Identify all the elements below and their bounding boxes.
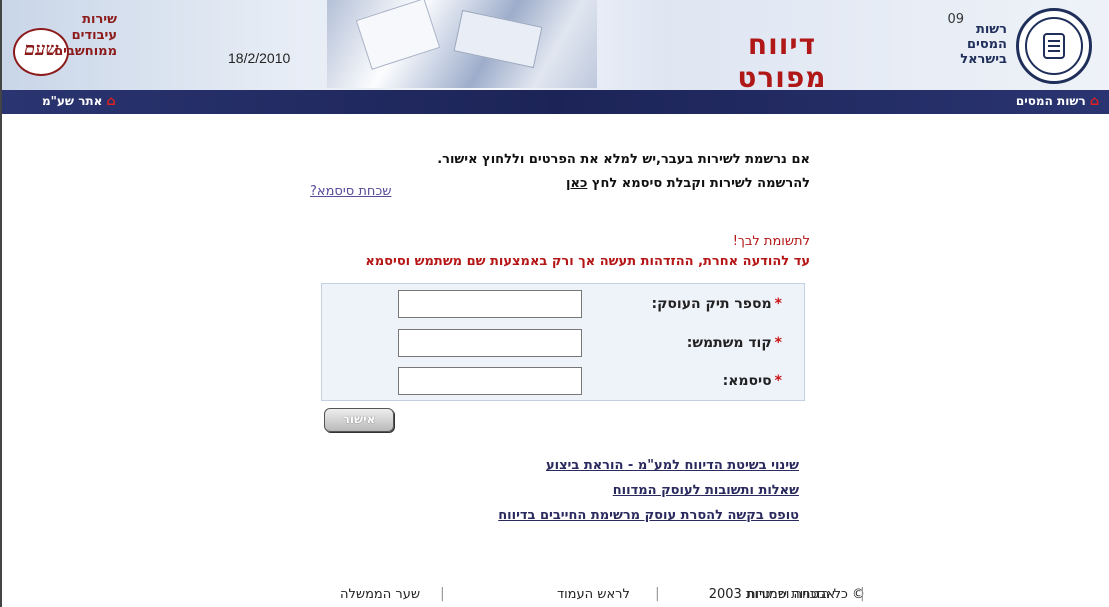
help-links: שינוי בשיטת הדיווח למע"מ - הוראת ביצוע ש…: [498, 458, 799, 533]
removal-request-form-link[interactable]: טופס בקשה להסרת עוסק מרשימת החייבים בדיו…: [498, 508, 799, 523]
password-label: *סיסמא:: [723, 373, 782, 389]
file-number-label-text: מספר תיק העוסק:: [651, 296, 772, 312]
file-number-input[interactable]: [398, 290, 582, 318]
form-row-password: *סיסמא:: [322, 367, 804, 397]
password-input[interactable]: [398, 367, 582, 395]
login-form: *מספר תיק העוסק: *קוד משתמש: *סיסמא:: [321, 283, 805, 401]
file-number-label: *מספר תיק העוסק:: [651, 296, 782, 312]
footer-separator: |: [440, 586, 445, 602]
form-row-file-number: *מספר תיק העוסק:: [322, 290, 804, 320]
required-star: *: [774, 296, 782, 312]
vat-reporting-change-link[interactable]: שינוי בשיטת הדיווח למע"מ - הוראת ביצוע: [498, 458, 799, 473]
agency-line: רשות: [975, 22, 1007, 37]
sherut-line: שירות: [82, 12, 117, 27]
footer-separator: |: [655, 586, 660, 602]
attention-heading: לתשומת לבך!: [732, 234, 810, 249]
password-label-text: סיסמא:: [722, 373, 772, 389]
sherut-line: ממוחשבים: [54, 44, 117, 59]
nav-shaam-label: אתר שע"מ: [42, 94, 103, 108]
home-icon: ⌂: [106, 94, 116, 109]
gov-portal-link[interactable]: שער הממשלה: [340, 587, 420, 602]
tax-authority-logo[interactable]: [1016, 8, 1092, 84]
footer-separator: |: [860, 586, 865, 602]
register-prefix: להרשמה לשירות וקבלת סיסמא לחץ: [591, 176, 810, 191]
top-navbar: ⌂רשות המסים ⌂אתר שע"מ: [2, 90, 1109, 114]
user-code-label: *קוד משתמש:: [687, 335, 782, 351]
register-text: להרשמה לשירות וקבלת סיסמא לחץ כאן: [566, 176, 810, 191]
intro-text: אם נרשמת לשירות בעבר,יש למלא את הפרטים ו…: [437, 152, 810, 167]
back-to-top-link[interactable]: לראש העמוד: [557, 587, 630, 602]
user-code-label-text: קוד משתמש:: [686, 335, 772, 351]
agency-line: המסים: [966, 37, 1007, 52]
header-banner: שעם שירות עיבודים ממוחשבים 18/2/2010 דיו…: [2, 0, 1109, 94]
logo-inner-ring: [1025, 17, 1083, 75]
user-code-input[interactable]: [398, 329, 582, 357]
home-icon: ⌂: [1089, 94, 1099, 109]
register-link[interactable]: כאן: [566, 176, 587, 191]
nav-tax-authority-label: רשות המסים: [1015, 94, 1086, 108]
privacy-link[interactable]: אבטחה ופרטיות: [747, 587, 835, 602]
faq-link[interactable]: שאלות ותשובות לעוסק המדווח: [498, 483, 799, 498]
form-row-user-code: *קוד משתמש:: [322, 329, 804, 359]
emblem-icon: [1043, 33, 1065, 59]
agency-line: בישראל: [960, 52, 1007, 67]
required-star: *: [774, 373, 782, 389]
nav-tax-authority-link[interactable]: ⌂רשות המסים: [1016, 94, 1099, 109]
forgot-password-link[interactable]: שכחת סיסמא?: [310, 184, 391, 199]
submit-button[interactable]: אישור: [324, 408, 394, 432]
attention-text: עד להודעה אחרת, ההזדהות תעשה אך ורק באמצ…: [365, 254, 810, 269]
sherut-line: עיבודים: [71, 28, 117, 43]
page-title: דיווח מפורט: [737, 28, 827, 94]
page: שעם שירות עיבודים ממוחשבים 18/2/2010 דיו…: [0, 0, 1109, 607]
required-star: *: [774, 335, 782, 351]
nav-shaam-link[interactable]: ⌂אתר שע"מ: [42, 94, 116, 109]
agency-name: רשות המסים בישראל: [960, 22, 1007, 67]
date-label: 18/2/2010: [228, 50, 291, 66]
sherut-logo-text: שעם: [24, 39, 59, 60]
sherut-name: שירות עיבודים ממוחשבים: [54, 12, 117, 60]
